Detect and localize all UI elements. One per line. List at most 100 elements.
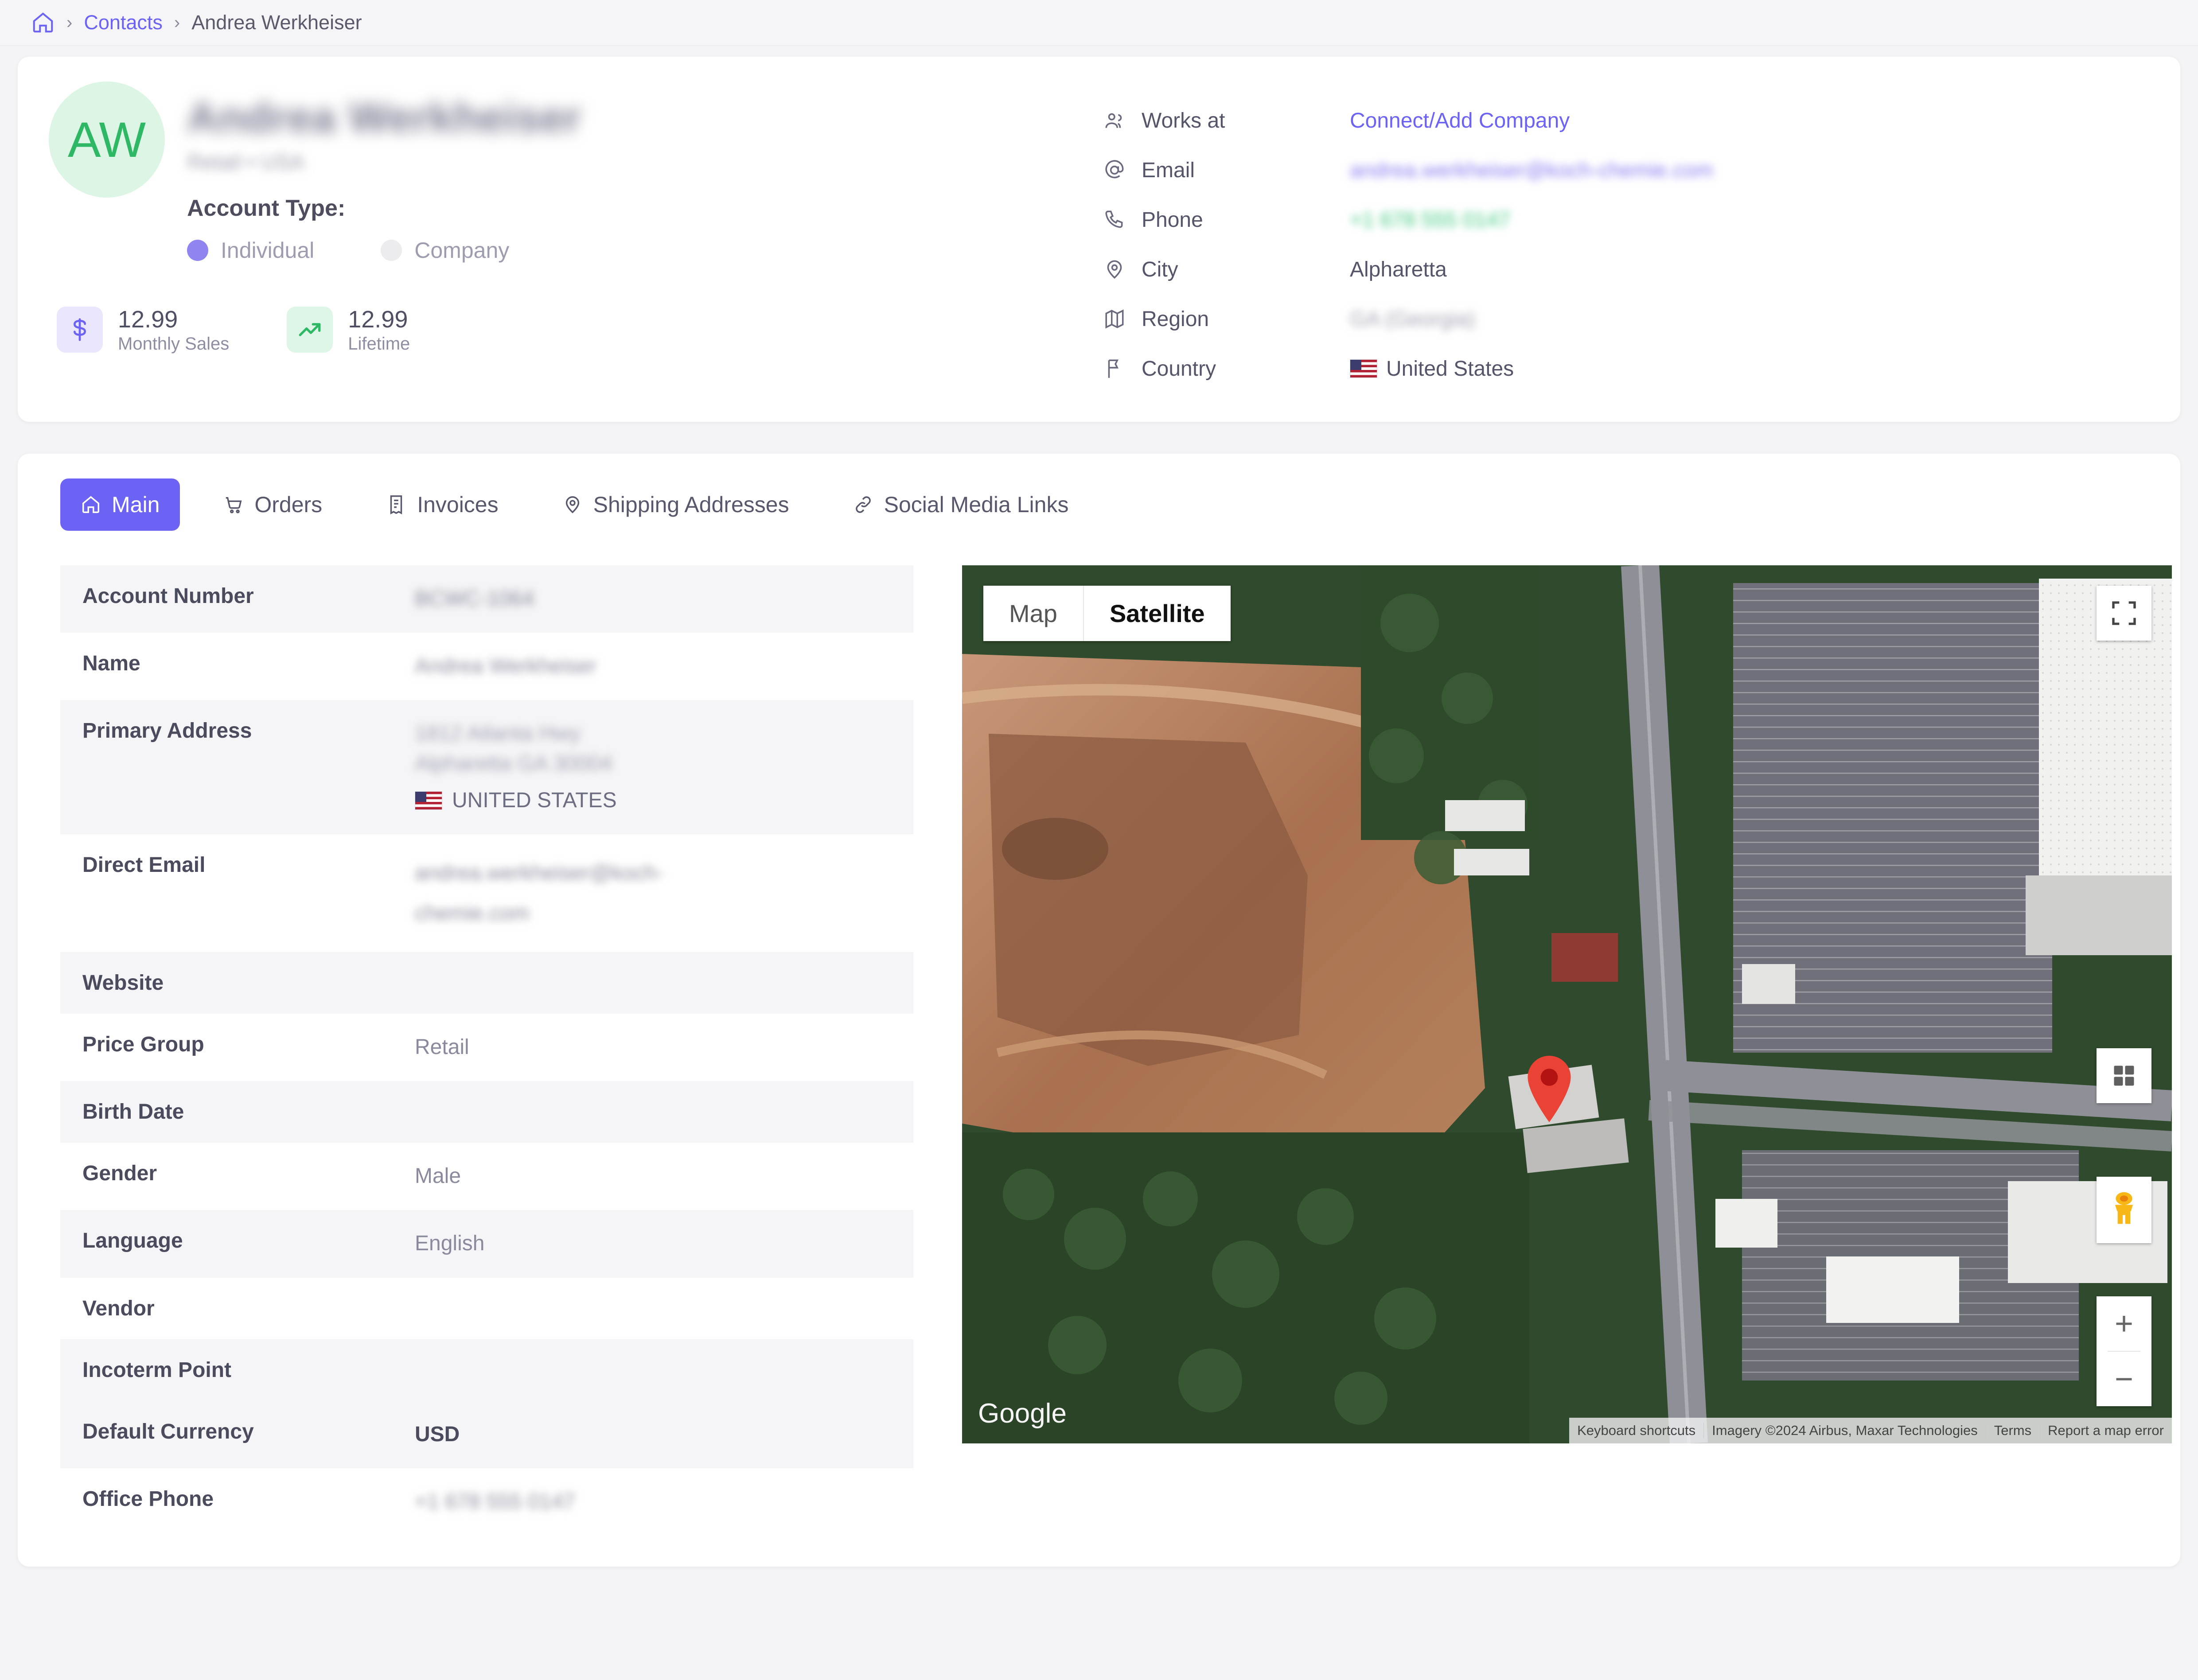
table-row: Vendor [60,1278,913,1339]
row-value: Male [415,1164,461,1188]
account-type-option-individual[interactable]: Individual [187,237,314,263]
map-type-satellite[interactable]: Satellite [1083,586,1231,641]
row-value-country: UNITED STATES [452,788,617,812]
table-row: Default Currency USD [60,1400,913,1468]
fullscreen-button[interactable] [2097,586,2151,641]
avatar: AW [49,82,165,198]
tab-bar: Main Orders Invoices Shipping Addresses … [18,478,2180,531]
tab-main[interactable]: Main [60,478,180,531]
table-row: Price Group Retail [60,1014,913,1081]
stat-monthly-sales: 12.99 Monthly Sales [57,306,229,354]
account-type-option-company[interactable]: Company [381,237,509,263]
row-value: +1 678 555 0147 [415,1489,575,1513]
row-value: Retail [415,1035,469,1059]
satellite-imagery [962,565,2172,1443]
grid-icon [2114,1066,2134,1086]
contact-info-city: City Alpharetta [1103,245,1713,294]
breadcrumb-link-contacts[interactable]: Contacts [84,11,163,34]
flag-icon [1103,358,1142,380]
row-value: 1812 Atlanta Hwy Alpharetta GA 30004 [415,722,612,776]
contact-country-value: United States [1386,357,1514,381]
tab-label: Social Media Links [884,492,1069,517]
trending-up-icon [287,307,333,353]
row-label: Incoterm Point [82,1358,232,1382]
location-map[interactable]: Map Satellite + − Google Keyboard shortc… [962,565,2172,1443]
contact-region-value: GA (Georgia) [1350,307,1475,331]
row-value-wrap: 1812 Atlanta Hwy Alpharetta GA 30004 UNI… [415,700,635,834]
account-type-option-label: Company [414,237,510,263]
tab-social-media-links[interactable]: Social Media Links [833,478,1089,531]
pin-icon [1103,258,1142,280]
contact-name-redacted: Andrea Werkheiser [187,94,582,141]
pegman-icon [2115,1192,2133,1224]
terms-link[interactable]: Terms [1985,1423,2039,1439]
street-view-pegman-button[interactable] [2097,1177,2151,1243]
contact-city-value: Alpharetta [1350,257,1447,281]
breadcrumb-current: Andrea Werkheiser [191,11,362,34]
map-layers-button[interactable] [2097,1048,2151,1103]
breadcrumb-separator-1: › [66,12,73,32]
account-type-option-label: Individual [221,237,315,263]
map-attribution: Keyboard shortcuts Imagery ©2024 Airbus,… [1569,1418,2172,1443]
contact-info-label: Email [1142,158,1195,182]
report-map-error-link[interactable]: Report a map error [2039,1423,2172,1439]
row-value: Andrea Werkheiser [415,654,596,678]
table-row: Direct Email andrea.werkheiser@koch- che… [60,834,913,952]
row-label: Office Phone [82,1487,214,1511]
contact-email-value[interactable]: andrea.werkheiser@koch-chemie.com [1350,158,1713,183]
zoom-controls[interactable]: + − [2097,1296,2151,1406]
tab-shipping-addresses[interactable]: Shipping Addresses [542,478,810,531]
at-icon [1103,159,1142,181]
connect-add-company-link[interactable]: Connect/Add Company [1350,109,1570,133]
contact-info-label: Works at [1142,109,1225,132]
stat-lifetime: 12.99 Lifetime [287,306,410,354]
row-value[interactable]: andrea.werkheiser@koch- chemie.com [415,834,681,952]
tab-orders[interactable]: Orders [203,478,343,531]
tab-label: Main [112,492,160,517]
stat-value: 12.99 [118,306,178,333]
row-value [415,952,433,989]
tab-label: Orders [254,492,323,517]
row-label: Price Group [82,1033,204,1057]
table-row: Name Andrea Werkheiser [60,633,913,700]
contact-info-phone: Phone +1 678 555 0147 [1103,195,1713,245]
stat-caption: Monthly Sales [118,334,230,354]
svg-text:Google: Google [978,1398,1067,1429]
home-icon[interactable] [31,11,55,35]
dollar-icon [57,307,103,353]
contact-info-label: Phone [1142,208,1203,232]
stat-value: 12.99 [348,306,408,333]
contact-subtitle-redacted: Retail • USA [187,150,304,174]
home-icon [82,496,99,513]
contact-info-label: Country [1142,357,1216,381]
tab-invoices[interactable]: Invoices [366,478,518,531]
contact-info-works-at: Works at Connect/Add Company [1103,96,1713,145]
keyboard-shortcuts-link[interactable]: Keyboard shortcuts [1569,1423,1703,1439]
zoom-in-button[interactable]: + [2097,1296,2151,1351]
contact-info-country: Country United States [1103,344,1713,393]
users-icon [1103,109,1142,132]
contact-info-label: Region [1142,307,1209,331]
radio-dot-unselected [381,239,402,261]
account-type-radio-group: Individual Company [187,237,581,263]
contact-info-list: Works at Connect/Add Company Email andre… [1103,82,1713,393]
table-row: Website [60,952,913,1014]
cart-icon [226,497,242,513]
table-row: Office Phone +1 678 555 0147 [60,1468,913,1536]
contact-phone-value[interactable]: +1 678 555 0147 [1350,208,1510,232]
fullscreen-icon [2112,601,2136,625]
map-type-map[interactable]: Map [983,586,1083,641]
table-row: Language English [60,1210,913,1278]
zoom-out-button[interactable]: − [2097,1352,2151,1406]
link-icon [855,496,871,513]
contact-detail-card: Main Orders Invoices Shipping Addresses … [18,454,2180,1567]
us-flag-icon [415,791,442,810]
map-type-toggle[interactable]: Map Satellite [983,586,1231,641]
row-label: Birth Date [82,1100,184,1124]
table-row: Gender Male [60,1143,913,1210]
receipt-icon [390,495,402,515]
account-type-label: Account Type: [187,195,346,221]
stats-row: 12.99 Monthly Sales 12.99 Lifetime [49,306,1103,354]
location-marker[interactable] [1526,1056,1573,1124]
breadcrumb: › Contacts › Andrea Werkheiser [0,0,2198,46]
